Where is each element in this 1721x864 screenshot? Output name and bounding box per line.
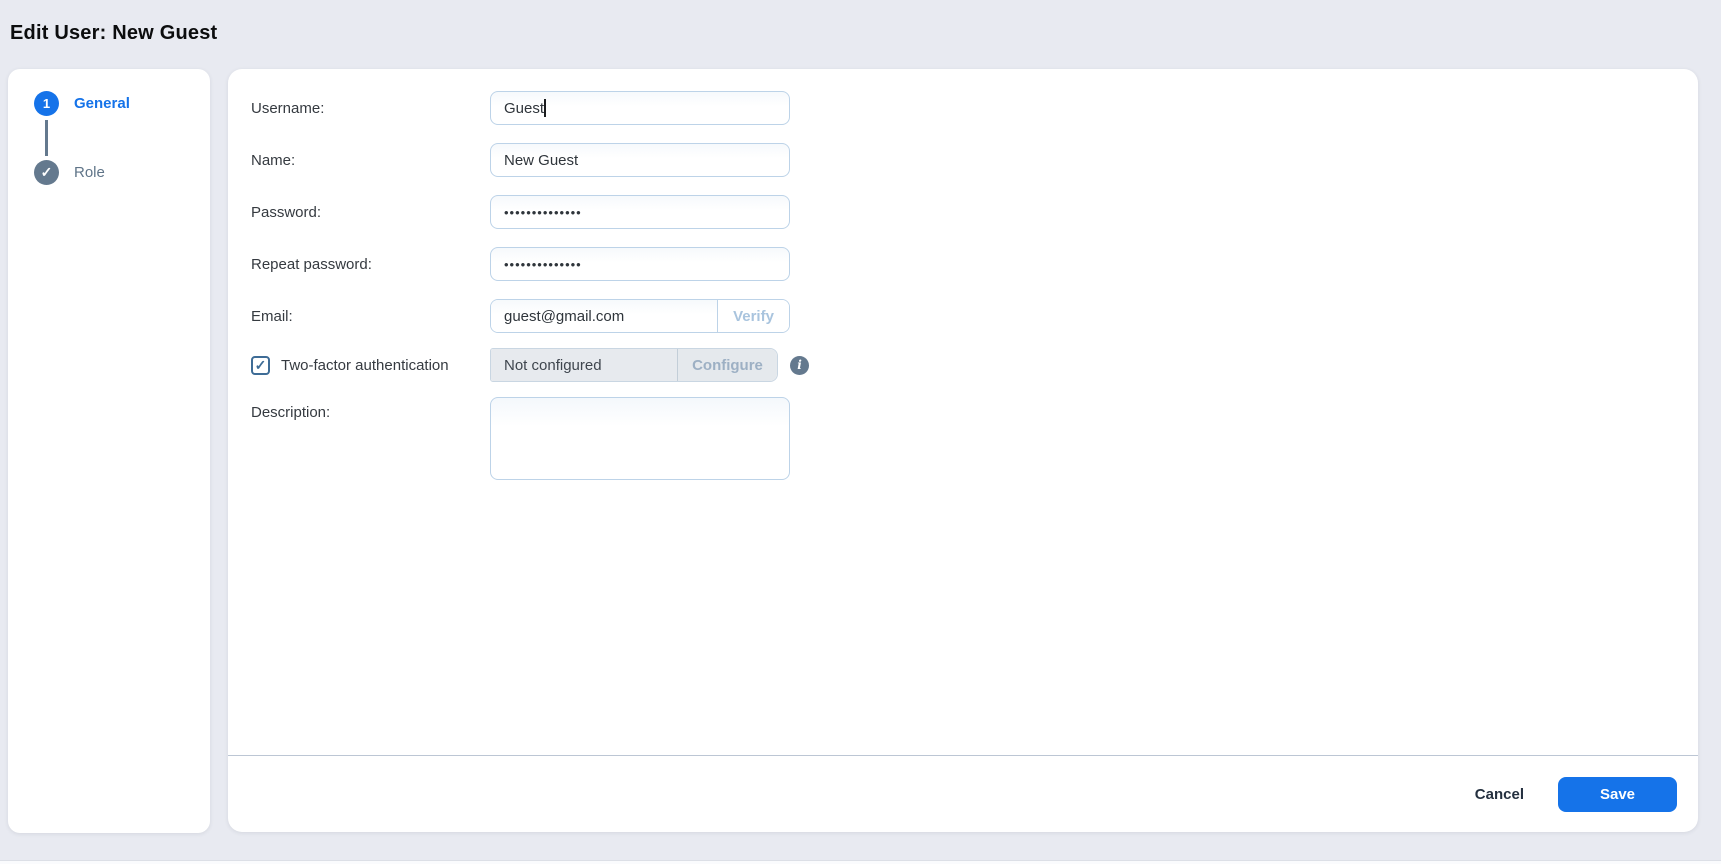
email-input[interactable] xyxy=(491,300,717,332)
description-textarea[interactable] xyxy=(490,397,790,480)
stepper-sidebar: 1 General ✓ Role xyxy=(8,69,210,833)
check-icon: ✓ xyxy=(41,164,53,181)
password-row: Password: xyxy=(251,195,1675,229)
repeat-password-row: Repeat password: xyxy=(251,247,1675,281)
step-1-number: 1 xyxy=(43,96,50,111)
cancel-button[interactable]: Cancel xyxy=(1461,778,1538,811)
general-form: Username: Name: Password: Repeat passwor… xyxy=(251,91,1675,498)
password-input[interactable] xyxy=(490,195,790,229)
form-footer: Cancel Save xyxy=(228,756,1698,832)
two-factor-group: Not configured Configure xyxy=(490,348,778,382)
step-1-badge: 1 xyxy=(34,91,59,116)
description-label: Description: xyxy=(251,397,490,421)
username-label: Username: xyxy=(251,100,490,117)
name-row: Name: xyxy=(251,143,1675,177)
two-factor-label: Two-factor authentication xyxy=(281,357,449,374)
verify-button[interactable]: Verify xyxy=(717,300,789,332)
username-input[interactable] xyxy=(490,91,790,125)
name-input[interactable] xyxy=(490,143,790,177)
email-input-group: Verify xyxy=(490,299,790,333)
info-glyph: i xyxy=(797,358,802,372)
configure-button[interactable]: Configure xyxy=(677,349,777,381)
step-general-label: General xyxy=(74,95,130,112)
email-label: Email: xyxy=(251,308,490,325)
page-title: Edit User: New Guest xyxy=(10,22,217,45)
checkmark-icon: ✓ xyxy=(255,357,267,374)
two-factor-checkbox[interactable]: ✓ xyxy=(251,356,270,375)
info-icon[interactable]: i xyxy=(790,356,809,375)
repeat-password-input[interactable] xyxy=(490,247,790,281)
password-label: Password: xyxy=(251,204,490,221)
stepper-step-role[interactable]: ✓ Role xyxy=(34,160,210,185)
two-factor-row: ✓ Two-factor authentication Not configur… xyxy=(251,348,1675,382)
two-factor-status: Not configured xyxy=(491,349,677,381)
email-row: Email: Verify xyxy=(251,299,1675,333)
step-role-label: Role xyxy=(74,164,105,181)
name-label: Name: xyxy=(251,152,490,169)
stepper-step-general[interactable]: 1 General xyxy=(34,91,210,116)
repeat-password-label: Repeat password: xyxy=(251,256,490,273)
check-circle-icon: ✓ xyxy=(34,160,59,185)
stepper-connector xyxy=(45,120,48,156)
description-row: Description: xyxy=(251,397,1675,480)
stepper: 1 General ✓ Role xyxy=(8,69,210,185)
bottom-strip xyxy=(0,860,1721,864)
two-factor-checkbox-cell: ✓ Two-factor authentication xyxy=(251,356,490,375)
save-button[interactable]: Save xyxy=(1558,777,1677,812)
edit-user-form-card: Username: Name: Password: Repeat passwor… xyxy=(228,69,1698,832)
username-row: Username: xyxy=(251,91,1675,125)
username-input-wrap xyxy=(490,91,790,125)
